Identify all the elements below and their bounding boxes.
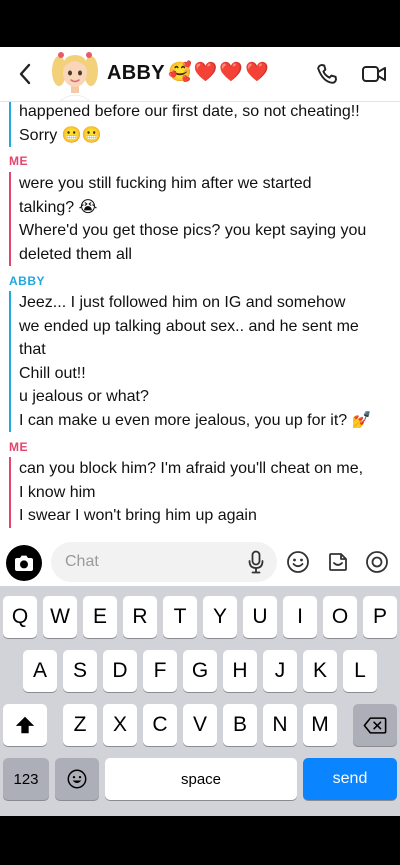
- lens-icon[interactable]: [365, 550, 389, 574]
- onscreen-keyboard: Q W E R T Y U I O P A S D F G H J K L Z …: [0, 586, 400, 816]
- emoji-key[interactable]: [55, 758, 99, 800]
- shift-arrow-icon: [15, 716, 35, 734]
- key-w[interactable]: W: [43, 596, 77, 638]
- message-text[interactable]: Jeez... I just followed him on IG and so…: [19, 291, 372, 315]
- message-text[interactable]: talking? 😭: [19, 196, 366, 220]
- chat-message-list[interactable]: happened before our first date, so not c…: [0, 102, 400, 538]
- sticker-icon[interactable]: [326, 550, 350, 574]
- home-indicator-area: [0, 816, 400, 865]
- key-t[interactable]: T: [163, 596, 197, 638]
- key-d[interactable]: D: [103, 650, 137, 692]
- key-s[interactable]: S: [63, 650, 97, 692]
- red-heart-emoji: ❤️: [219, 62, 244, 83]
- snapchat-chat-screen: ABBY 🥰 ❤️ ❤️ ❤️ happened before our firs…: [0, 0, 400, 865]
- key-k[interactable]: K: [303, 650, 337, 692]
- emoji-keyboard-icon: [67, 769, 87, 789]
- message-text[interactable]: I know him: [19, 481, 363, 505]
- contact-name[interactable]: ABBY: [107, 62, 165, 85]
- message-text[interactable]: Chill out!!: [19, 362, 372, 386]
- key-i[interactable]: I: [283, 596, 317, 638]
- send-key[interactable]: send: [303, 758, 397, 800]
- key-g[interactable]: G: [183, 650, 217, 692]
- key-z[interactable]: Z: [63, 704, 97, 746]
- contact-emoji-row: 🥰 ❤️ ❤️ ❤️: [168, 61, 269, 85]
- microphone-icon[interactable]: [247, 550, 265, 574]
- chat-input-bar: Chat: [0, 538, 400, 586]
- sender-label-me: ME: [9, 154, 28, 168]
- bitmoji-avatar[interactable]: [50, 49, 100, 101]
- key-l[interactable]: L: [343, 650, 377, 692]
- camera-icon: [15, 555, 33, 571]
- message-text[interactable]: that: [19, 338, 372, 362]
- message-text[interactable]: we ended up talking about sex.. and he s…: [19, 315, 372, 339]
- message-text[interactable]: happened before our first date, so not c…: [19, 102, 360, 124]
- smiley-face-icon[interactable]: [286, 550, 310, 574]
- message-text[interactable]: Where'd you get those pics? you kept say…: [19, 219, 366, 243]
- chat-header: ABBY 🥰 ❤️ ❤️ ❤️: [0, 47, 400, 102]
- message-text[interactable]: were you still fucking him after we star…: [19, 172, 366, 196]
- backspace-key[interactable]: [353, 704, 397, 746]
- sender-label-abby: ABBY: [9, 274, 46, 288]
- key-h[interactable]: H: [223, 650, 257, 692]
- message-text[interactable]: can you block him? I'm afraid you'll che…: [19, 457, 363, 481]
- key-y[interactable]: Y: [203, 596, 237, 638]
- key-v[interactable]: V: [183, 704, 217, 746]
- numbers-key[interactable]: 123: [3, 758, 49, 800]
- key-m[interactable]: M: [303, 704, 337, 746]
- key-f[interactable]: F: [143, 650, 177, 692]
- message-text[interactable]: I can make u even more jealous, you up f…: [19, 409, 372, 433]
- camera-button[interactable]: [6, 545, 42, 581]
- message-group-me: can you block him? I'm afraid you'll che…: [9, 457, 363, 528]
- message-group-abby: happened before our first date, so not c…: [9, 102, 360, 147]
- key-o[interactable]: O: [323, 596, 357, 638]
- key-q[interactable]: Q: [3, 596, 37, 638]
- back-chevron-icon[interactable]: [14, 61, 38, 87]
- sender-label-me: ME: [9, 440, 28, 454]
- key-r[interactable]: R: [123, 596, 157, 638]
- message-text[interactable]: u jealous or what?: [19, 385, 372, 409]
- message-text[interactable]: I swear I won't bring him up again: [19, 504, 363, 528]
- message-group-abby: Jeez... I just followed him on IG and so…: [9, 291, 372, 432]
- key-j[interactable]: J: [263, 650, 297, 692]
- backspace-icon: [363, 716, 387, 734]
- video-call-icon[interactable]: [361, 63, 387, 85]
- key-c[interactable]: C: [143, 704, 177, 746]
- message-group-me: were you still fucking him after we star…: [9, 172, 366, 266]
- message-text[interactable]: deleted them all: [19, 243, 366, 267]
- key-n[interactable]: N: [263, 704, 297, 746]
- chat-input[interactable]: Chat: [51, 542, 277, 582]
- key-u[interactable]: U: [243, 596, 277, 638]
- red-heart-emoji: ❤️: [245, 62, 269, 83]
- shift-key[interactable]: [3, 704, 47, 746]
- smiling-face-with-hearts-emoji: 🥰: [168, 62, 192, 83]
- phone-call-icon[interactable]: [315, 62, 339, 86]
- key-x[interactable]: X: [103, 704, 137, 746]
- key-p[interactable]: P: [363, 596, 397, 638]
- space-key[interactable]: space: [105, 758, 297, 800]
- red-heart-emoji: ❤️: [193, 62, 218, 83]
- key-a[interactable]: A: [23, 650, 57, 692]
- key-e[interactable]: E: [83, 596, 117, 638]
- chat-input-placeholder: Chat: [65, 553, 99, 570]
- key-b[interactable]: B: [223, 704, 257, 746]
- message-text[interactable]: Sorry 😬😬: [19, 124, 360, 148]
